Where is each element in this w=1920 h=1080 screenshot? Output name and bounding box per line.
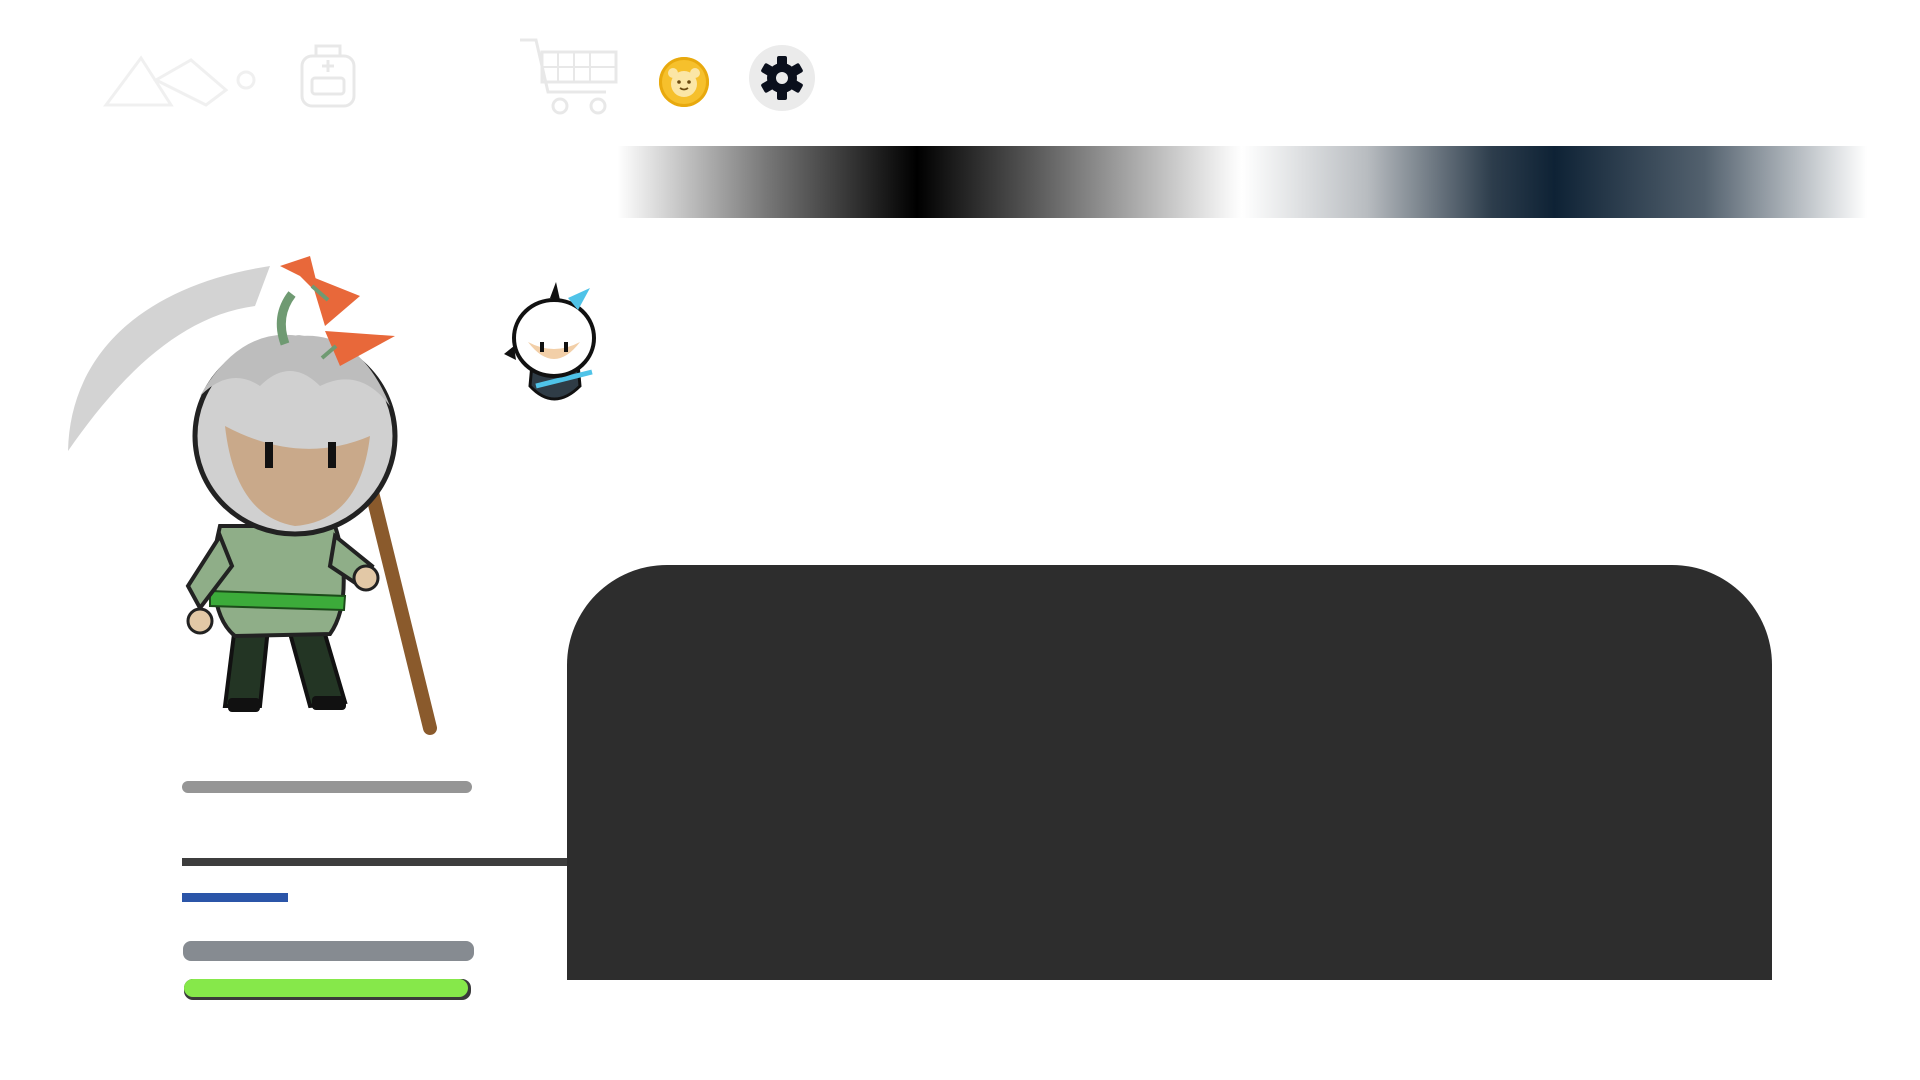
shop-cart-icon[interactable] xyxy=(518,36,620,118)
health-bar-fill xyxy=(184,979,469,997)
experience-bar xyxy=(182,781,472,793)
hero-character-image xyxy=(68,256,437,735)
gear-icon xyxy=(761,56,803,100)
progress-bar xyxy=(182,893,288,902)
coin-icon[interactable] xyxy=(659,57,709,107)
divider xyxy=(182,858,567,866)
title-banner xyxy=(617,146,1867,218)
profile-icon[interactable] xyxy=(96,50,266,112)
health-bar xyxy=(184,979,471,1000)
main-panel xyxy=(567,565,1772,980)
settings-button[interactable] xyxy=(749,45,815,111)
stamina-bar xyxy=(183,941,474,961)
top-bar xyxy=(0,0,1920,130)
companion-character-image xyxy=(504,282,596,401)
backpack-icon[interactable] xyxy=(296,38,360,110)
